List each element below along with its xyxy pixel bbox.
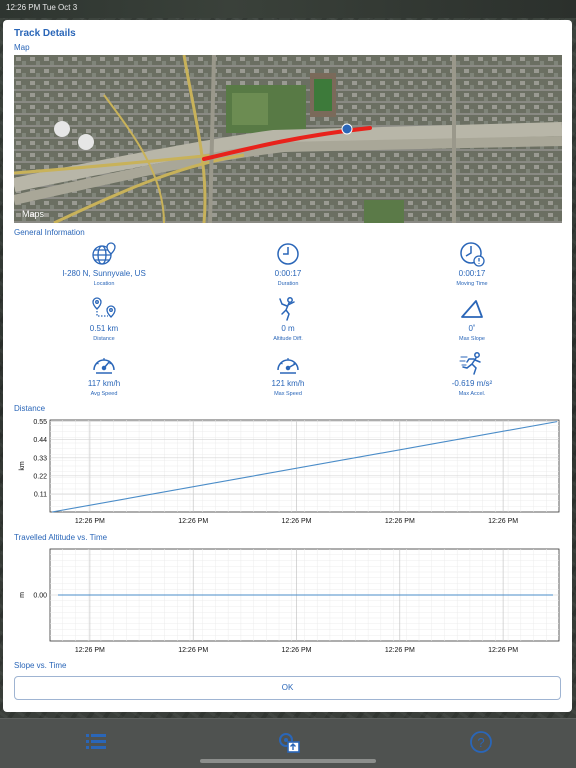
info-value: 0:00:17 (274, 269, 302, 278)
y-tick-label: 0.00 (33, 593, 47, 600)
info-value: 0 m (281, 324, 295, 333)
info-label: Moving Time (456, 281, 488, 287)
map-attribution: Maps (22, 209, 45, 219)
list-icon[interactable] (83, 729, 109, 755)
y-tick-label: 0.55 (33, 419, 47, 426)
info-label: Altitude Diff. (273, 336, 303, 342)
y-axis-label: km (19, 461, 26, 471)
info-max-accel: -0.619 m/s² Max Accel. (397, 351, 547, 397)
dialog-title: Track Details (14, 28, 76, 39)
section-altitude-label: Travelled Altitude vs. Time (14, 533, 108, 542)
clock-icon (277, 243, 299, 265)
info-label: Duration (277, 281, 299, 287)
home-indicator (200, 759, 376, 763)
info-value: 0:00:17 (458, 269, 486, 278)
info-duration: 0:00:17 Duration (213, 241, 363, 287)
info-distance: 0.51 km Distance (29, 296, 179, 342)
x-tick-label: 12:26 PM (178, 518, 208, 525)
track-details-dialog: Track Details Map Maps General Informati… (3, 20, 572, 712)
info-label: Distance (93, 336, 115, 342)
x-tick-label: 12:26 PM (75, 647, 105, 654)
ok-button[interactable]: OK (14, 676, 561, 700)
info-value: 121 km/h (271, 379, 305, 388)
section-slope-label: Slope vs. Time (14, 661, 67, 670)
speedometer-icon (93, 358, 115, 374)
speedometer-max-icon (277, 358, 299, 374)
info-label: Max Speed (274, 391, 302, 397)
clock-alert-icon (460, 242, 485, 267)
info-value: 117 km/h (87, 379, 121, 388)
help-icon[interactable]: ? (468, 729, 494, 755)
info-value: 0˚ (468, 324, 476, 333)
y-axis-label: m (19, 592, 26, 598)
status-bar: 12:26 PM Tue Oct 3 (0, 0, 576, 18)
info-value: I-280 N, Sunnyvale, US (62, 269, 146, 278)
section-distance-label: Distance (14, 404, 46, 413)
x-tick-label: 12:26 PM (385, 518, 415, 525)
svg-text:?: ? (477, 735, 484, 750)
info-label: Max Slope (459, 336, 485, 342)
x-tick-label: 12:26 PM (178, 647, 208, 654)
map-satellite-image (14, 55, 562, 223)
info-value: -0.619 m/s² (451, 379, 493, 388)
x-tick-label: 12:26 PM (488, 518, 518, 525)
info-avg-speed: 117 km/h Avg Speed (29, 351, 179, 397)
settings-export-icon[interactable] (275, 729, 301, 755)
x-tick-label: 12:26 PM (282, 518, 312, 525)
x-tick-label: 12:26 PM (75, 518, 105, 525)
section-general-label: General Information (14, 228, 85, 237)
altitude-chart: 12:26 PM 12:26 PM 12:26 PM 12:26 PM 12:26 PM… (19, 548, 560, 654)
runner-accel-icon (459, 352, 481, 375)
status-bar-time: 12:26 PM Tue Oct 3 (6, 3, 78, 12)
info-max-speed: 121 km/h Max Speed (213, 351, 363, 397)
info-label: Location (93, 281, 115, 287)
info-altitude-diff: 0 m Altitude Diff. (213, 296, 363, 342)
info-label: Max Accel. (458, 391, 486, 397)
section-map-label: Map (14, 43, 30, 52)
info-label: Avg Speed (90, 391, 118, 397)
y-tick-label: 0.33 (33, 455, 47, 462)
x-tick-label: 12:26 PM (282, 647, 312, 654)
info-value: 0.51 km (89, 324, 119, 333)
distance-pins-icon (92, 297, 116, 318)
globe-pin-icon (92, 242, 116, 265)
climber-icon (279, 297, 295, 321)
info-moving-time: 0:00:17 Moving Time (397, 241, 547, 287)
track-map[interactable]: Maps (14, 55, 562, 223)
slope-triangle-icon (461, 300, 483, 318)
info-location: I-280 N, Sunnyvale, US Location (29, 241, 179, 287)
info-max-slope: 0˚ Max Slope (397, 296, 547, 342)
y-tick-label: 0.11 (34, 491, 47, 498)
x-tick-label: 12:26 PM (385, 647, 415, 654)
y-tick-label: 0.22 (33, 473, 47, 480)
x-tick-label: 12:26 PM (488, 647, 518, 654)
distance-chart: 12:26 PM 12:26 PM 12:26 PM 12:26 PM 12:26 PM… (19, 419, 560, 525)
y-tick-label: 0.44 (33, 437, 47, 444)
